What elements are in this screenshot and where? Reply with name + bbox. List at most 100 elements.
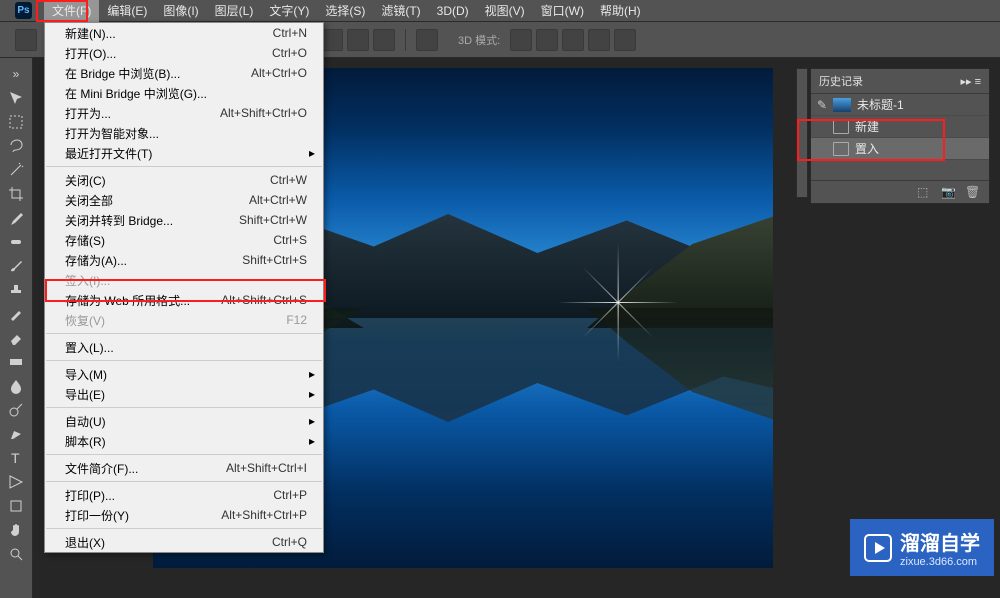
file-menu-item[interactable]: 打印(P)...Ctrl+P — [45, 485, 323, 505]
file-menu-item: 恢复(V) F12 — [45, 310, 323, 330]
file-menu-item[interactable]: 关闭全部Alt+Ctrl+W — [45, 190, 323, 210]
new-doc-from-state-icon[interactable]: ⬚ — [917, 185, 933, 199]
file-menu-item[interactable]: 在 Mini Bridge 中浏览(G)... — [45, 83, 323, 103]
menu-item-label: 退出(X) — [65, 534, 105, 551]
distribute-v-icon[interactable] — [373, 29, 395, 51]
eraser-tool-icon[interactable] — [4, 327, 28, 349]
new-snapshot-icon[interactable]: 📷 — [941, 185, 957, 199]
type-tool-icon[interactable]: T — [4, 447, 28, 469]
file-menu-item[interactable]: 打开(O)...Ctrl+O — [45, 43, 323, 63]
dodge-tool-icon[interactable] — [4, 399, 28, 421]
file-menu-item[interactable]: 脚本(R) — [45, 431, 323, 451]
file-menu-item[interactable]: 自动(U) — [45, 411, 323, 431]
file-menu-item[interactable]: 打开为智能对象... — [45, 123, 323, 143]
history-state-label: 新建 — [855, 118, 879, 135]
collapsed-panel-strip[interactable] — [796, 68, 808, 198]
menu-layer[interactable]: 图层(L) — [207, 0, 262, 22]
distribute-v-icon[interactable] — [347, 29, 369, 51]
wand-tool-icon[interactable] — [4, 159, 28, 181]
file-menu-item[interactable]: 最近打开文件(T) — [45, 143, 323, 163]
menu-item-label: 关闭全部 — [65, 192, 113, 209]
history-snapshot-row[interactable]: ✎ 未标题-1 — [811, 94, 989, 116]
stamp-tool-icon[interactable] — [4, 279, 28, 301]
history-panel: 历史记录 ▸▸ ≡ ✎ 未标题-1 新建 置入 ⬚ 📷 🗑 — [810, 68, 990, 204]
history-state-row[interactable]: 新建 — [811, 116, 989, 138]
3d-roll-icon[interactable] — [536, 29, 558, 51]
menu-edit[interactable]: 编辑(E) — [99, 0, 155, 22]
3d-zoom-icon[interactable] — [614, 29, 636, 51]
path-tool-icon[interactable] — [4, 471, 28, 493]
menu-item-label: 恢复(V) — [65, 312, 105, 329]
history-panel-tab[interactable]: 历史记录 ▸▸ ≡ — [811, 69, 989, 94]
file-menu-item[interactable]: 打开为... Alt+Shift+Ctrl+O — [45, 103, 323, 123]
marquee-tool-icon[interactable] — [4, 111, 28, 133]
menu-select[interactable]: 选择(S) — [317, 0, 373, 22]
crop-tool-icon[interactable] — [4, 183, 28, 205]
expand-icon[interactable]: » — [4, 63, 28, 85]
3d-slide-icon[interactable] — [588, 29, 610, 51]
file-menu-item: 签入(I)... — [45, 270, 323, 290]
file-menu-item[interactable]: 关闭(C) Ctrl+W — [45, 170, 323, 190]
file-menu-item[interactable]: 存储为(A)...Shift+Ctrl+S — [45, 250, 323, 270]
menu-file[interactable]: 文件(F) — [44, 0, 99, 22]
brush-tool-icon[interactable] — [4, 255, 28, 277]
menu-item-shortcut: Alt+Shift+Ctrl+O — [220, 106, 307, 120]
delete-state-icon[interactable]: 🗑 — [965, 185, 981, 199]
file-menu-item[interactable]: 存储(S)Ctrl+S — [45, 230, 323, 250]
hand-tool-icon[interactable] — [4, 519, 28, 541]
menu-item-label: 在 Bridge 中浏览(B)... — [65, 65, 180, 82]
menu-image[interactable]: 图像(I) — [155, 0, 206, 22]
file-menu-item[interactable]: 存储为 Web 所用格式...Alt+Shift+Ctrl+S — [45, 290, 323, 310]
menu-item-label: 存储为 Web 所用格式... — [65, 292, 190, 309]
file-menu-item[interactable]: 退出(X)Ctrl+Q — [45, 532, 323, 552]
menu-3d[interactable]: 3D(D) — [429, 1, 477, 21]
blur-tool-icon[interactable] — [4, 375, 28, 397]
lasso-tool-icon[interactable] — [4, 135, 28, 157]
3d-orbit-icon[interactable] — [510, 29, 532, 51]
menu-item-label: 存储为(A)... — [65, 252, 127, 269]
history-state-row[interactable]: 置入 — [811, 138, 989, 160]
menu-separator — [46, 166, 322, 167]
brush-visibility-icon[interactable]: ✎ — [817, 98, 833, 112]
menu-help[interactable]: 帮助(H) — [592, 0, 649, 22]
file-menu-item[interactable]: 新建(N)...Ctrl+N — [45, 23, 323, 43]
move-tool-icon[interactable] — [4, 87, 28, 109]
watermark: 溜溜自学 zixue.3d66.com — [850, 519, 994, 576]
history-brush-icon[interactable] — [4, 303, 28, 325]
menu-item-label: 打开为... — [65, 105, 111, 122]
menu-item-label: 关闭(C) — [65, 172, 106, 189]
distribute-v-icon[interactable] — [321, 29, 343, 51]
file-menu-item[interactable]: 关闭并转到 Bridge...Shift+Ctrl+W — [45, 210, 323, 230]
3d-pan-icon[interactable] — [562, 29, 584, 51]
history-state-icon — [833, 120, 849, 134]
file-menu-item[interactable]: 导入(M) — [45, 364, 323, 384]
shape-tool-icon[interactable] — [4, 495, 28, 517]
file-menu-item[interactable]: 在 Bridge 中浏览(B)... Alt+Ctrl+O — [45, 63, 323, 83]
gradient-tool-icon[interactable] — [4, 351, 28, 373]
pen-tool-icon[interactable] — [4, 423, 28, 445]
menu-item-shortcut: Alt+Shift+Ctrl+I — [226, 461, 307, 475]
file-menu-item[interactable]: 置入(L)... — [45, 337, 323, 357]
svg-text:T: T — [11, 450, 20, 466]
file-menu-item[interactable]: 导出(E) — [45, 384, 323, 404]
menu-item-shortcut: Alt+Ctrl+O — [251, 66, 307, 80]
menu-item-label: 最近打开文件(T) — [65, 145, 152, 162]
panel-menu-icon[interactable]: ▸▸ ≡ — [960, 75, 981, 88]
heal-tool-icon[interactable] — [4, 231, 28, 253]
zoom-tool-icon[interactable] — [4, 543, 28, 565]
tool-preset-icon[interactable] — [15, 29, 37, 51]
eyedropper-tool-icon[interactable] — [4, 207, 28, 229]
file-menu-item[interactable]: 文件简介(F)... Alt+Shift+Ctrl+I — [45, 458, 323, 478]
menu-window[interactable]: 窗口(W) — [533, 0, 592, 22]
menu-item-label: 文件简介(F)... — [65, 460, 138, 477]
menu-item-shortcut: Ctrl+W — [270, 173, 307, 187]
menu-item-shortcut: Ctrl+N — [273, 26, 307, 40]
menu-view[interactable]: 视图(V) — [477, 0, 533, 22]
arrange-icon[interactable] — [416, 29, 438, 51]
menu-type[interactable]: 文字(Y) — [261, 0, 317, 22]
tools-panel: » T — [0, 58, 33, 598]
menu-item-shortcut: Ctrl+O — [272, 46, 307, 60]
menu-item-shortcut: F12 — [286, 313, 307, 327]
menu-filter[interactable]: 滤镜(T) — [373, 0, 428, 22]
file-menu-item[interactable]: 打印一份(Y)Alt+Shift+Ctrl+P — [45, 505, 323, 525]
